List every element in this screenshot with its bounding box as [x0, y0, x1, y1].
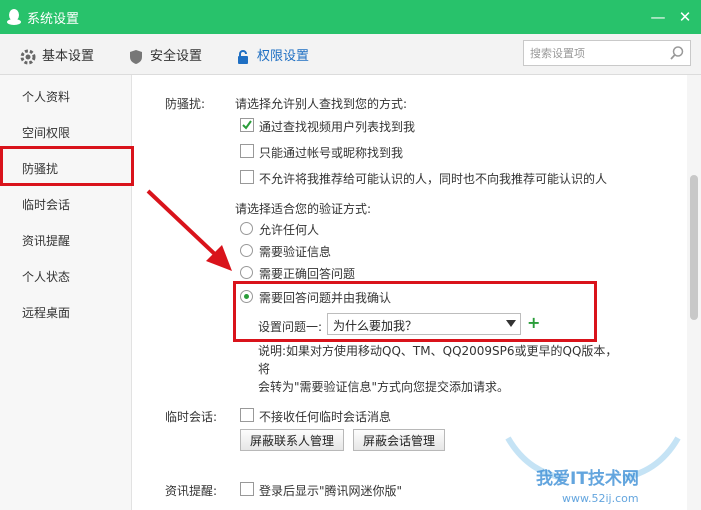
tab-security-settings[interactable]: 安全设置	[128, 45, 202, 65]
watermark-title: 我爱IT技术网	[536, 469, 639, 489]
need-verify-info-radio[interactable]	[240, 244, 253, 257]
gear-icon	[20, 49, 36, 64]
window-title: 系统设置	[27, 12, 80, 27]
no-recommend-label: 不允许将我推荐给可能认识的人，同时也不向我推荐可能认识的人	[259, 172, 608, 186]
sidebar-item-personal-status[interactable]: 个人状态	[22, 268, 70, 285]
tab-permission-settings[interactable]: 权限设置	[235, 45, 309, 65]
reject-temp-session-checkbox[interactable]	[240, 408, 254, 422]
no-recommend-checkbox[interactable]	[240, 170, 254, 184]
section-label-temp-session: 临时会话:	[165, 410, 218, 424]
find-by-account-label: 只能通过帐号或昵称找到我	[259, 146, 404, 160]
scrollbar-thumb[interactable]	[690, 175, 698, 320]
blocked-contacts-button[interactable]: 屏蔽联系人管理	[240, 429, 344, 451]
version-note-line1: 说明:如果对方使用移动QQ、TM、QQ2009SP6或更早的QQ版本，将	[258, 344, 618, 376]
sidebar-item-temp-session[interactable]: 临时会话	[22, 196, 70, 213]
tab-label: 安全设置	[150, 49, 203, 64]
check-icon	[242, 120, 252, 130]
version-note: 说明:如果对方使用移动QQ、TM、QQ2009SP6或更早的QQ版本，将 会转为…	[258, 342, 618, 396]
sidebar-item-remote-desktop[interactable]: 远程桌面	[22, 304, 70, 321]
reject-temp-session-label: 不接收任何临时会话消息	[259, 410, 392, 424]
section-label-anti-harassment: 防骚扰:	[165, 97, 206, 111]
show-mini-news-label: 登录后显示"腾讯网迷你版"	[259, 484, 403, 498]
shield-icon	[130, 49, 142, 64]
qq-logo-icon	[7, 9, 21, 25]
correct-answer-radio[interactable]	[240, 266, 253, 279]
allow-anyone-radio[interactable]	[240, 222, 253, 235]
watermark-url: www.52ij.com	[562, 492, 639, 505]
search-icon[interactable]	[669, 45, 685, 61]
watermark: 我爱IT技术网 www.52ij.com	[488, 434, 698, 510]
tab-label: 权限设置	[257, 49, 310, 64]
sidebar-item-profile[interactable]: 个人资料	[22, 88, 70, 105]
allow-anyone-label: 允许任何人	[259, 223, 320, 237]
blocked-sessions-button[interactable]: 屏蔽会话管理	[353, 429, 445, 451]
search-input[interactable]	[528, 44, 667, 62]
section-label-news-reminder: 资讯提醒:	[165, 484, 218, 498]
red-arrow-icon	[146, 189, 232, 271]
minimize-button[interactable]: —	[648, 7, 668, 27]
find-by-video-list-checkbox[interactable]	[240, 118, 254, 132]
title-bar: 系统设置 — ✕	[0, 0, 701, 34]
find-by-account-checkbox[interactable]	[240, 144, 254, 158]
show-mini-news-checkbox[interactable]	[240, 482, 254, 496]
close-button[interactable]: ✕	[675, 7, 695, 27]
search-box	[523, 40, 691, 66]
sidebar-item-news-reminder[interactable]: 资讯提醒	[22, 232, 70, 249]
tab-basic-settings[interactable]: 基本设置	[20, 45, 94, 65]
tab-label: 基本设置	[42, 49, 95, 64]
sidebar-item-space-permission[interactable]: 空间权限	[22, 124, 70, 141]
find-by-video-list-label: 通过查找视频用户列表找到我	[259, 120, 416, 134]
sidebar-highlight-box	[0, 146, 134, 186]
version-note-line2: 会转为"需要验证信息"方式向您提交添加请求。	[258, 380, 510, 394]
sidebar: 个人资料 空间权限 防骚扰 临时会话 资讯提醒 个人状态 远程桌面	[0, 75, 132, 510]
need-verify-info-label: 需要验证信息	[259, 245, 332, 259]
verify-method-prompt: 请选择适合您的验证方式:	[235, 202, 372, 216]
option-highlight-box	[233, 281, 597, 342]
correct-answer-label: 需要正确回答问题	[259, 267, 356, 281]
find-method-prompt: 请选择允许别人查找到您的方式:	[235, 97, 408, 111]
lock-icon	[238, 49, 248, 64]
